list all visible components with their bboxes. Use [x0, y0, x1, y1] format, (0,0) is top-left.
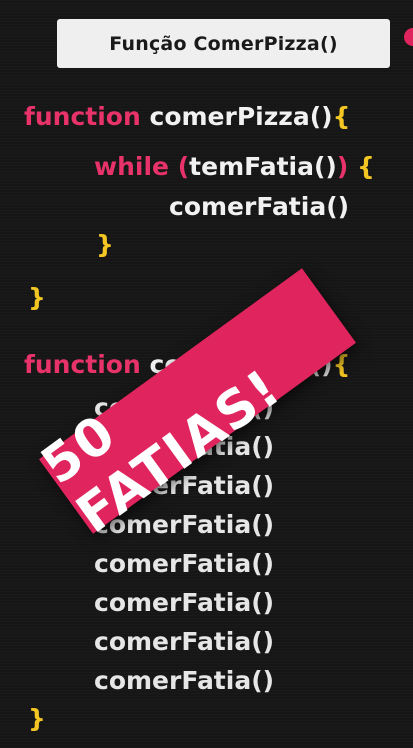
function-name: comerPizza() [149, 102, 333, 131]
code-line-while: while (temFatia()) { [94, 151, 375, 183]
function-keyword-2: function [24, 350, 141, 379]
condition-open-paren: ( [177, 152, 190, 181]
close-brace-2: } [28, 704, 46, 733]
while-keyword: while [94, 152, 169, 181]
inner-close-brace: } [96, 230, 114, 259]
code-line-function-header: function comerPizza(){ [24, 101, 350, 133]
function-keyword: function [24, 102, 141, 131]
condition-close-paren: ) [336, 152, 349, 181]
call-line: comerFatia() [94, 549, 275, 578]
outer-close-brace: } [28, 283, 46, 312]
condition-call: temFatia() [189, 152, 337, 181]
title-card: Função ComerPizza() [57, 19, 390, 68]
call-line: comerFatia() [94, 627, 275, 656]
code-line-inner-close: } [96, 229, 114, 261]
code-line-outer-close: } [28, 282, 46, 314]
video-frame: Função ComerPizza() function comerPizza(… [0, 0, 413, 748]
title-text: Função ComerPizza() [109, 32, 338, 55]
call-line: comerFatia() [94, 666, 275, 695]
code-line-body-call: comerFatia() [169, 191, 349, 223]
code-line-close-2: } [28, 703, 46, 735]
while-open-brace: { [357, 152, 375, 181]
record-indicator-icon [404, 28, 413, 46]
body-call: comerFatia() [169, 192, 350, 221]
call-line: comerFatia() [94, 588, 275, 617]
open-brace: { [332, 102, 351, 131]
